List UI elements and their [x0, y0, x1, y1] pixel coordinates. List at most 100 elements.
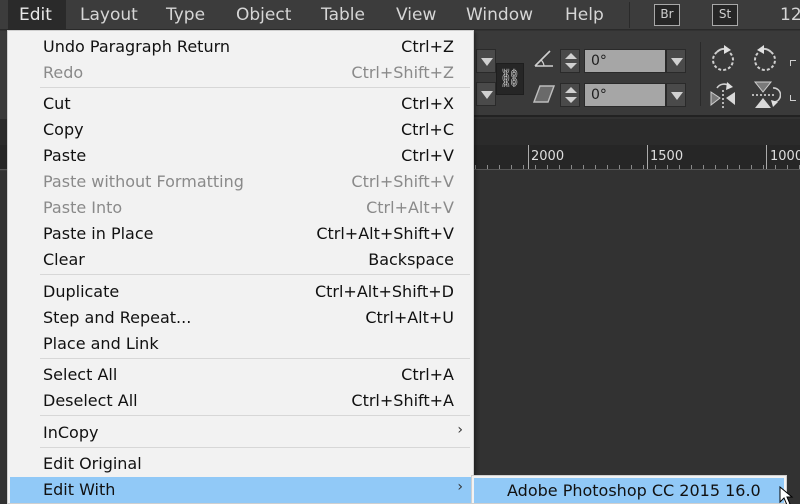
menu-bar: Edit Layout Type Object Table View Windo… — [0, 0, 800, 30]
flip-vertical-icon[interactable] — [751, 80, 781, 110]
submenu-arrow-icon: › — [457, 422, 463, 438]
zoom-level[interactable]: 12 — [780, 0, 800, 30]
menu-item-incopy[interactable]: InCopy › — [8, 420, 473, 446]
menu-item-shortcut: Ctrl+A — [401, 365, 454, 384]
ruler-tick — [547, 165, 548, 169]
menu-item-label: Deselect All — [43, 391, 138, 410]
stock-button[interactable]: St — [712, 4, 738, 26]
menu-item-label: Select All — [43, 365, 118, 384]
menu-item-label: Edit Original — [43, 454, 142, 473]
shear-angle-icon — [533, 85, 555, 103]
rotation-stepper[interactable] — [560, 49, 580, 73]
menu-item-paste-in-place[interactable]: Paste in Place Ctrl+Alt+Shift+V — [8, 221, 473, 247]
menu-window[interactable]: Window — [466, 0, 533, 30]
ruler-tick — [751, 165, 752, 169]
menu-item-label: Paste — [43, 146, 87, 165]
constrain-link-icon[interactable]: ⛓ — [496, 63, 524, 95]
edit-menu: Undo Paragraph Return Ctrl+Z Redo Ctrl+S… — [7, 30, 474, 504]
ruler-tick — [703, 165, 704, 169]
ruler-tick — [655, 165, 656, 169]
menu-item-shortcut: Ctrl+Z — [401, 37, 454, 56]
ruler-tick — [691, 165, 692, 169]
shear-angle-input[interactable]: 0° — [584, 83, 666, 107]
ruler-tick — [643, 165, 644, 169]
ruler-tick — [775, 165, 776, 169]
menu-item-shortcut: Ctrl+Alt+Shift+V — [316, 224, 454, 243]
menu-separator — [40, 415, 470, 416]
menu-item-shortcut: Ctrl+Shift+A — [351, 391, 454, 410]
menu-view[interactable]: View — [396, 0, 436, 30]
ruler-tick — [763, 165, 764, 169]
menu-object[interactable]: Object — [236, 0, 291, 30]
menu-table[interactable]: Table — [321, 0, 365, 30]
menu-item-cut[interactable]: Cut Ctrl+X — [8, 91, 473, 117]
menu-item-label: Paste without Formatting — [43, 172, 244, 191]
ruler-tick — [523, 165, 524, 169]
ruler-tick — [559, 165, 560, 169]
ruler-tick — [583, 165, 584, 169]
ruler-tick — [679, 165, 680, 169]
rotate-cw-icon[interactable] — [709, 44, 737, 72]
reference-point-corner-bottom — [790, 95, 796, 101]
menu-item-edit-with[interactable]: Edit With › — [10, 477, 473, 503]
menu-edit[interactable]: Edit — [8, 0, 66, 30]
menu-item-clear[interactable]: Clear Backspace — [8, 247, 473, 273]
ruler-major-tick — [647, 145, 648, 169]
ruler-tick — [511, 165, 512, 169]
menu-item-step-and-repeat[interactable]: Step and Repeat... Ctrl+Alt+U — [8, 305, 473, 331]
menu-item-paste-without-formatting[interactable]: Paste without Formatting Ctrl+Shift+V — [8, 169, 473, 195]
reference-point-corner-top — [790, 60, 796, 66]
menu-item-shortcut: Ctrl+Alt+U — [365, 308, 454, 327]
submenu-item-label: Adobe Photoshop CC 2015 16.0 — [507, 481, 761, 500]
menu-item-select-all[interactable]: Select All Ctrl+A — [8, 362, 473, 388]
menu-item-shortcut: Ctrl+Alt+Shift+D — [314, 282, 454, 301]
menu-item-shortcut: Backspace — [368, 250, 454, 269]
width-dropdown[interactable] — [476, 49, 496, 73]
ruler-tick — [571, 165, 572, 169]
rotation-angle-input[interactable]: 0° — [584, 49, 666, 73]
menu-help[interactable]: Help — [565, 0, 604, 30]
menu-item-label: Undo Paragraph Return — [43, 37, 231, 56]
shear-dropdown[interactable] — [666, 83, 686, 107]
menu-item-deselect-all[interactable]: Deselect All Ctrl+Shift+A — [8, 388, 473, 414]
menu-item-label: Paste Into — [43, 198, 123, 217]
menubar-divider — [629, 2, 630, 28]
menu-item-paste-into[interactable]: Paste Into Ctrl+Alt+V — [8, 195, 473, 221]
menu-item-shortcut: Ctrl+Shift+Z — [351, 63, 454, 82]
ruler-tick — [499, 165, 500, 169]
ruler-tick — [475, 165, 476, 169]
menu-type[interactable]: Type — [166, 0, 205, 30]
menu-item-undo[interactable]: Undo Paragraph Return Ctrl+Z — [8, 34, 473, 60]
ruler-tick — [715, 165, 716, 169]
menu-item-place-and-link[interactable]: Place and Link — [8, 331, 473, 357]
menu-item-paste[interactable]: Paste Ctrl+V — [8, 143, 473, 169]
menu-item-shortcut: Ctrl+C — [400, 120, 454, 139]
ruler-tick — [619, 165, 620, 169]
menu-item-copy[interactable]: Copy Ctrl+C — [8, 117, 473, 143]
height-dropdown[interactable] — [476, 82, 496, 106]
menu-item-shortcut: Ctrl+Alt+V — [366, 198, 454, 217]
ruler-label: 2000 — [531, 149, 565, 164]
menu-separator — [40, 447, 470, 448]
ruler-tick — [739, 165, 740, 169]
menu-item-label: Cut — [43, 94, 71, 113]
flip-horizontal-icon[interactable] — [709, 80, 737, 110]
ruler-tick — [667, 165, 668, 169]
shear-stepper[interactable] — [560, 83, 580, 107]
ruler-tick — [535, 165, 536, 169]
rotate-ccw-icon[interactable] — [751, 44, 779, 72]
menu-item-label: InCopy — [43, 423, 99, 442]
menu-separator — [40, 87, 470, 88]
rotation-dropdown[interactable] — [666, 49, 686, 73]
menu-layout[interactable]: Layout — [80, 0, 138, 30]
submenu-item-photoshop[interactable]: Adobe Photoshop CC 2015 16.0 — [474, 478, 784, 503]
bridge-button[interactable]: Br — [654, 4, 680, 26]
menu-item-duplicate[interactable]: Duplicate Ctrl+Alt+Shift+D — [8, 279, 473, 305]
menu-item-label: Redo — [43, 63, 84, 82]
ruler-label: 1000 — [770, 149, 800, 164]
ruler-tick — [607, 165, 608, 169]
ruler-tick — [787, 165, 788, 169]
menu-item-redo[interactable]: Redo Ctrl+Shift+Z — [8, 60, 473, 86]
edit-with-submenu: Adobe Photoshop CC 2015 16.0 — [471, 475, 787, 504]
menu-item-edit-original[interactable]: Edit Original — [8, 451, 473, 477]
